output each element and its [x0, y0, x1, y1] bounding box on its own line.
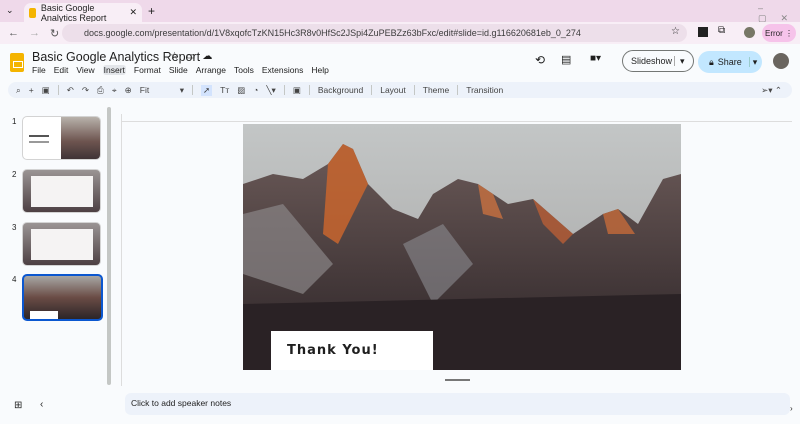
menu-slide[interactable]: Slide — [169, 65, 188, 75]
slideshow-button[interactable]: Slideshow ▾ — [622, 50, 694, 72]
menu-bar: File Edit View Insert Format Slide Arran… — [32, 65, 329, 75]
slides-favicon-icon — [29, 7, 36, 18]
back-icon[interactable]: ← — [8, 27, 19, 39]
search-menus-icon[interactable]: ⌕ — [16, 85, 21, 96]
comments-icon[interactable]: ▤ — [561, 53, 571, 66]
side-panel-toggle-icon[interactable]: › — [790, 404, 793, 413]
zoom-icon[interactable]: ⊕ — [125, 85, 132, 96]
thank-you-text-box[interactable]: Thank You! — [271, 331, 433, 370]
forward-icon[interactable]: → — [29, 27, 40, 39]
slideshow-dropdown-icon[interactable]: ▾ — [675, 56, 685, 67]
print-icon[interactable]: ⎙ — [97, 85, 104, 96]
share-label: Share — [714, 57, 750, 67]
transition-button[interactable]: Transition — [466, 85, 503, 95]
extension-icon[interactable] — [698, 27, 708, 37]
menu-arrange[interactable]: Arrange — [196, 65, 226, 75]
slide-number: 1 — [12, 117, 17, 126]
undo-icon[interactable]: ↶ — [67, 85, 74, 96]
slide-canvas[interactable]: Thank You! — [243, 124, 681, 370]
horizontal-ruler — [122, 114, 792, 122]
error-button[interactable]: Error ⋮ — [762, 24, 796, 42]
shape-icon[interactable]: ◔ — [253, 85, 258, 95]
menu-edit[interactable]: Edit — [54, 65, 69, 75]
vertical-ruler — [114, 114, 122, 386]
error-label: Error — [764, 28, 783, 38]
paint-format-icon[interactable]: ⌖ — [112, 85, 117, 96]
tab-title: Basic Google Analytics Report — [40, 2, 107, 23]
menu-format[interactable]: Format — [134, 65, 161, 75]
slide-thumbnail-2[interactable] — [22, 169, 101, 213]
grid-view-icon[interactable]: ⊞ — [14, 400, 22, 411]
layout-picker-icon[interactable]: ▣ — [42, 85, 50, 96]
lock-icon: 🔒︎ — [709, 56, 714, 67]
layout-button[interactable]: Layout — [380, 85, 406, 95]
menu-extensions[interactable]: Extensions — [262, 65, 304, 75]
reload-icon[interactable]: ↻ — [50, 27, 59, 40]
bookmark-star-icon[interactable]: ☆ — [671, 26, 680, 37]
profile-avatar[interactable] — [744, 27, 755, 38]
new-tab-icon[interactable]: + — [148, 4, 155, 18]
text-box-icon[interactable]: Tт — [220, 85, 229, 95]
slides-logo-icon[interactable] — [10, 53, 24, 72]
speaker-notes-placeholder: Click to add speaker notes — [131, 398, 232, 408]
theme-button[interactable]: Theme — [423, 85, 449, 95]
image-icon[interactable]: ▨ — [237, 85, 245, 96]
share-button[interactable]: 🔒︎ Share ▾ — [698, 51, 762, 73]
meet-camera-icon[interactable]: ■▾ — [590, 53, 601, 64]
slide-number: 3 — [12, 223, 17, 232]
slide-number: 2 — [12, 170, 17, 179]
menu-view[interactable]: View — [76, 65, 94, 75]
url-text: docs.google.com/presentation/d/1V8xqofcT… — [84, 28, 581, 38]
url-input[interactable]: docs.google.com/presentation/d/1V8xqofcT… — [62, 24, 687, 42]
slide-thumbnail-1[interactable] — [22, 116, 101, 160]
pointer-mode-and-collapse-icons[interactable]: ➢▾ ⌃ — [761, 85, 782, 96]
browser-tab[interactable]: Basic Google Analytics Report ✕ — [24, 2, 142, 23]
select-tool-icon[interactable]: ➚ — [201, 84, 213, 96]
menu-insert[interactable]: Insert — [102, 65, 126, 75]
slide-number: 4 — [12, 275, 17, 284]
star-move-cloud-icons[interactable]: ☆▭☁ — [170, 51, 219, 62]
slide-thumbnail-3[interactable] — [22, 222, 101, 266]
tab-list-chevron-icon[interactable]: ⌄ — [6, 5, 14, 16]
collapse-filmstrip-icon[interactable]: ‹ — [40, 399, 43, 410]
extensions-puzzle-icon[interactable]: ⧉ — [718, 25, 725, 36]
notes-resize-handle[interactable] — [445, 379, 470, 381]
menu-tools[interactable]: Tools — [234, 65, 254, 75]
filmstrip-scrollbar[interactable] — [107, 107, 111, 385]
line-icon[interactable]: ╲▾ — [266, 85, 275, 96]
version-history-icon[interactable]: ⟲ — [535, 53, 545, 67]
menu-help[interactable]: Help — [311, 65, 328, 75]
comment-add-icon[interactable]: ▣ — [293, 85, 301, 96]
background-button[interactable]: Background — [318, 85, 363, 95]
menu-file[interactable]: File — [32, 65, 46, 75]
share-dropdown-icon[interactable]: ▾ — [750, 57, 758, 68]
slide-thumbnail-4-selected[interactable] — [22, 274, 103, 321]
zoom-select[interactable]: Fit — [140, 85, 172, 95]
new-slide-icon[interactable]: + — [29, 85, 34, 95]
account-avatar[interactable] — [773, 53, 789, 69]
speaker-notes[interactable]: Click to add speaker notes — [125, 393, 790, 415]
zoom-dropdown-icon[interactable]: ▾ — [180, 85, 184, 96]
slideshow-label: Slideshow — [623, 56, 675, 66]
window-controls[interactable]: –▢✕ — [758, 3, 800, 24]
redo-icon[interactable]: ↷ — [82, 85, 89, 96]
close-tab-icon[interactable]: ✕ — [129, 7, 137, 18]
toolbar: ⌕ + ▣ ↶ ↷ ⎙ ⌖ ⊕ Fit ▾ ➚ Tт ▨ ◔ ╲▾ ▣ Backg… — [8, 82, 792, 98]
